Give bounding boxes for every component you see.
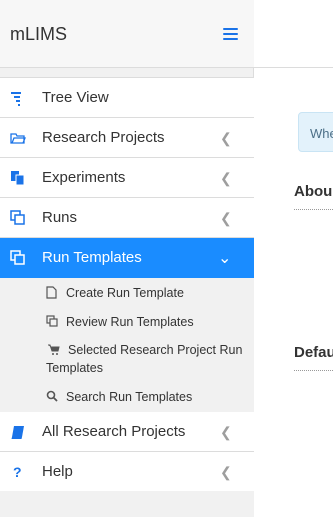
sidebar-footer bbox=[0, 491, 254, 517]
clone-icon bbox=[10, 210, 26, 226]
sidebar-item-run-templates[interactable]: Run Templates ⌄ bbox=[0, 238, 254, 278]
chevron-left-icon: ❮ bbox=[220, 170, 232, 186]
run-templates-submenu: Create Run Template Review Run Templates… bbox=[0, 278, 254, 412]
submenu-item-selected-research-project-run-templates[interactable]: Selected Research Project Run Templates bbox=[46, 341, 246, 377]
info-alert: Whe bbox=[298, 112, 333, 152]
sidebar-item-label: Run Templates bbox=[42, 249, 142, 266]
clone-icon bbox=[46, 315, 58, 328]
about-heading: Abou bbox=[294, 183, 333, 200]
search-icon bbox=[46, 390, 58, 403]
default-heading: Defau bbox=[294, 344, 333, 361]
tree-view-icon bbox=[10, 90, 26, 106]
sidebar-item-help[interactable]: ? Help ❮ bbox=[0, 452, 254, 492]
chevron-left-icon: ❮ bbox=[220, 210, 232, 226]
sidebar-item-label: Help bbox=[42, 463, 73, 480]
folder-open-icon bbox=[10, 130, 26, 146]
divider bbox=[294, 370, 333, 371]
sidebar-item-experiments[interactable]: Experiments ❮ bbox=[0, 158, 254, 198]
sidebar-item-label: Tree View bbox=[42, 89, 109, 106]
submenu-label: Review Run Templates bbox=[66, 315, 194, 329]
sidebar-item-label: Runs bbox=[42, 209, 78, 226]
submenu-label-line1: Selected Research Project Run bbox=[68, 343, 243, 357]
divider bbox=[294, 209, 333, 210]
submenu-label-line2: Templates bbox=[46, 361, 103, 375]
chevron-left-icon: ❮ bbox=[220, 464, 232, 480]
alert-text: Whe bbox=[310, 126, 333, 141]
submenu-item-create-run-template[interactable]: Create Run Template bbox=[46, 284, 184, 302]
book-icon bbox=[10, 424, 26, 440]
brand-header: mLIMS bbox=[0, 0, 254, 68]
sidebar-item-label: All Research Projects bbox=[42, 423, 186, 440]
sidebar-item-label: Experiments bbox=[42, 169, 126, 186]
sidebar-item-all-research-projects[interactable]: All Research Projects ❮ bbox=[0, 412, 254, 452]
shopping-cart-icon bbox=[48, 343, 60, 356]
hamburger-menu-icon[interactable] bbox=[223, 28, 238, 41]
sidebar-item-tree-view[interactable]: Tree View bbox=[0, 78, 254, 118]
top-navbar bbox=[254, 0, 333, 68]
copy-file-icon bbox=[10, 170, 26, 186]
sidebar-menu: Tree View Research Projects ❮ Experiment… bbox=[0, 77, 254, 492]
submenu-item-search-run-templates[interactable]: Search Run Templates bbox=[46, 388, 192, 406]
sidebar-item-runs[interactable]: Runs ❮ bbox=[0, 198, 254, 238]
app-title: mLIMS bbox=[10, 24, 68, 44]
sidebar-item-label: Research Projects bbox=[42, 129, 165, 146]
submenu-label: Create Run Template bbox=[66, 286, 184, 300]
chevron-left-icon: ❮ bbox=[220, 424, 232, 440]
submenu-item-review-run-templates[interactable]: Review Run Templates bbox=[46, 313, 194, 331]
sidebar: mLIMS Tree View Research Projects ❮ Expe… bbox=[0, 0, 254, 517]
sidebar-item-research-projects[interactable]: Research Projects ❮ bbox=[0, 118, 254, 158]
file-icon bbox=[46, 286, 58, 299]
question-icon: ? bbox=[13, 464, 22, 480]
submenu-label: Search Run Templates bbox=[66, 390, 193, 404]
clone-icon bbox=[10, 250, 26, 266]
chevron-left-icon: ❮ bbox=[220, 130, 232, 146]
chevron-down-icon: ⌄ bbox=[218, 250, 232, 267]
